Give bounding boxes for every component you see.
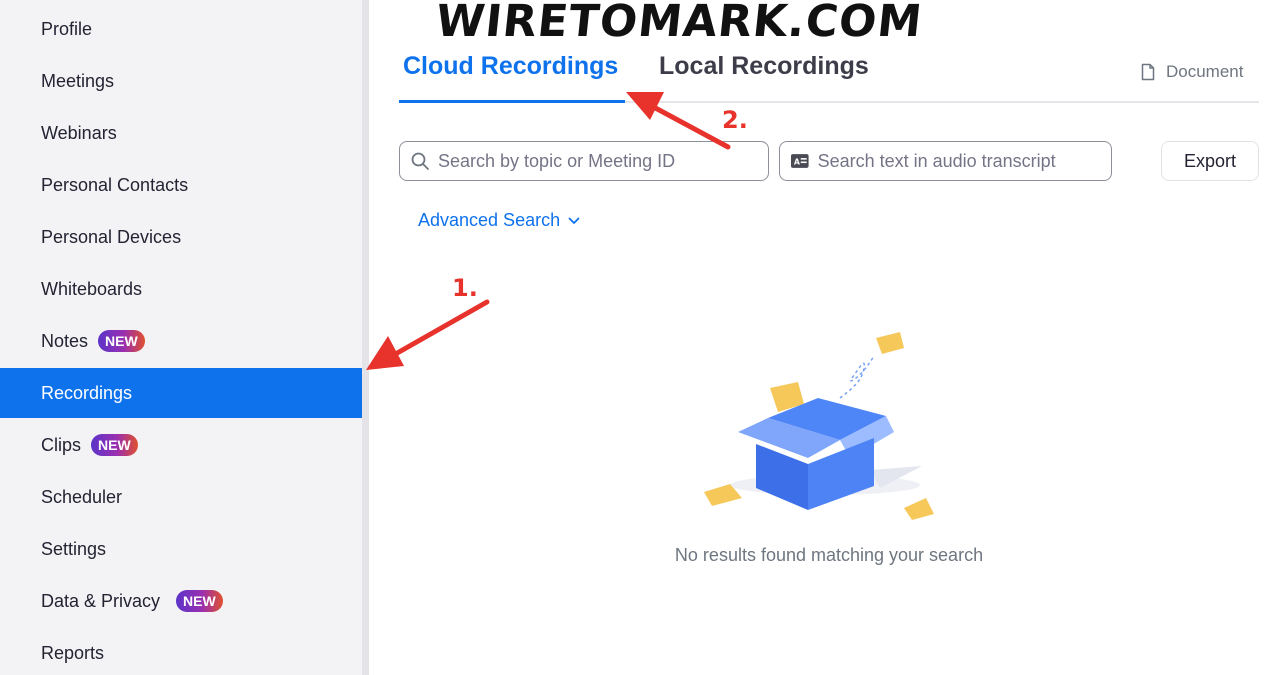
arrow-2-head <box>626 92 664 120</box>
annotation-step-1: 1. <box>452 274 478 302</box>
annotation-arrows <box>366 92 731 370</box>
arrow-1-line <box>389 299 490 359</box>
annotation-step-2: 2. <box>722 106 748 134</box>
arrow-2-line <box>645 101 731 150</box>
